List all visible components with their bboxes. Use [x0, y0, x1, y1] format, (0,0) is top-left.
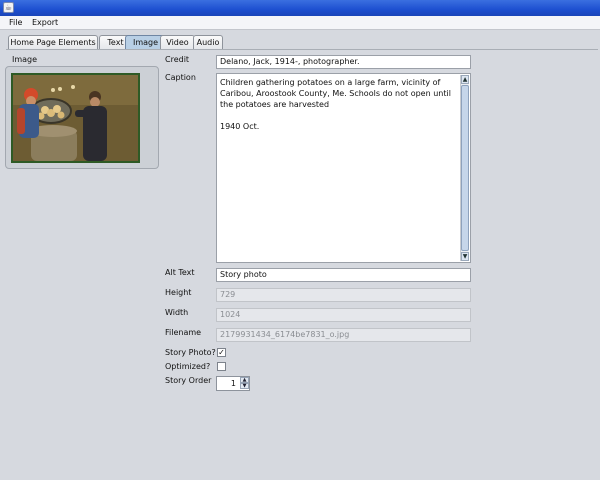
- credit-label: Credit: [165, 55, 190, 64]
- window-title-bar[interactable]: ☕: [0, 0, 600, 16]
- filename-field: 2179931434_6174be7831_o.jpg: [216, 328, 471, 342]
- caption-label: Caption: [165, 73, 196, 82]
- menu-bar: File Export: [0, 16, 600, 30]
- width-field: 1024: [216, 308, 471, 322]
- scroll-up-icon[interactable]: ▲: [461, 75, 469, 84]
- story-photo-label: Story Photo?: [165, 348, 216, 357]
- height-field: 729: [216, 288, 471, 302]
- height-label: Height: [165, 288, 192, 297]
- story-order-value[interactable]: 1: [217, 377, 239, 390]
- checkmark-icon: ✓: [218, 348, 225, 357]
- story-order-label: Story Order: [165, 376, 212, 385]
- optimized-label: Optimized?: [165, 362, 211, 371]
- tab-content-border: [6, 49, 598, 50]
- optimized-checkbox[interactable]: [217, 362, 226, 371]
- menu-export[interactable]: Export: [32, 18, 58, 27]
- spinner-down-icon[interactable]: ▼: [240, 383, 249, 389]
- filename-label: Filename: [165, 328, 202, 337]
- menu-file[interactable]: File: [9, 18, 22, 27]
- caption-textarea[interactable]: Children gathering potatoes on a large f…: [216, 73, 471, 263]
- java-app-icon[interactable]: ☕: [3, 2, 14, 13]
- tab-audio[interactable]: Audio: [193, 35, 223, 50]
- scroll-thumb[interactable]: [461, 85, 469, 251]
- story-order-spinner[interactable]: 1 ▲ ▼: [216, 376, 250, 391]
- photo-thumbnail-drawing: [13, 75, 138, 161]
- children-gathering-potatoes-photo[interactable]: [11, 73, 140, 163]
- story-photo-checkbox[interactable]: ✓: [217, 348, 226, 357]
- scroll-down-icon[interactable]: ▼: [461, 252, 469, 261]
- alt-text-field[interactable]: Story photo: [216, 268, 471, 282]
- width-label: Width: [165, 308, 189, 317]
- tab-home-page-elements[interactable]: Home Page Elements: [8, 35, 98, 50]
- credit-field[interactable]: Delano, Jack, 1914-, photographer.: [216, 55, 471, 69]
- caption-scrollbar[interactable]: ▲ ▼: [460, 75, 469, 261]
- caption-text[interactable]: Children gathering potatoes on a large f…: [220, 77, 456, 132]
- tab-video[interactable]: Video: [160, 35, 195, 50]
- alt-text-label: Alt Text: [165, 268, 195, 277]
- image-panel-title: Image: [12, 55, 38, 64]
